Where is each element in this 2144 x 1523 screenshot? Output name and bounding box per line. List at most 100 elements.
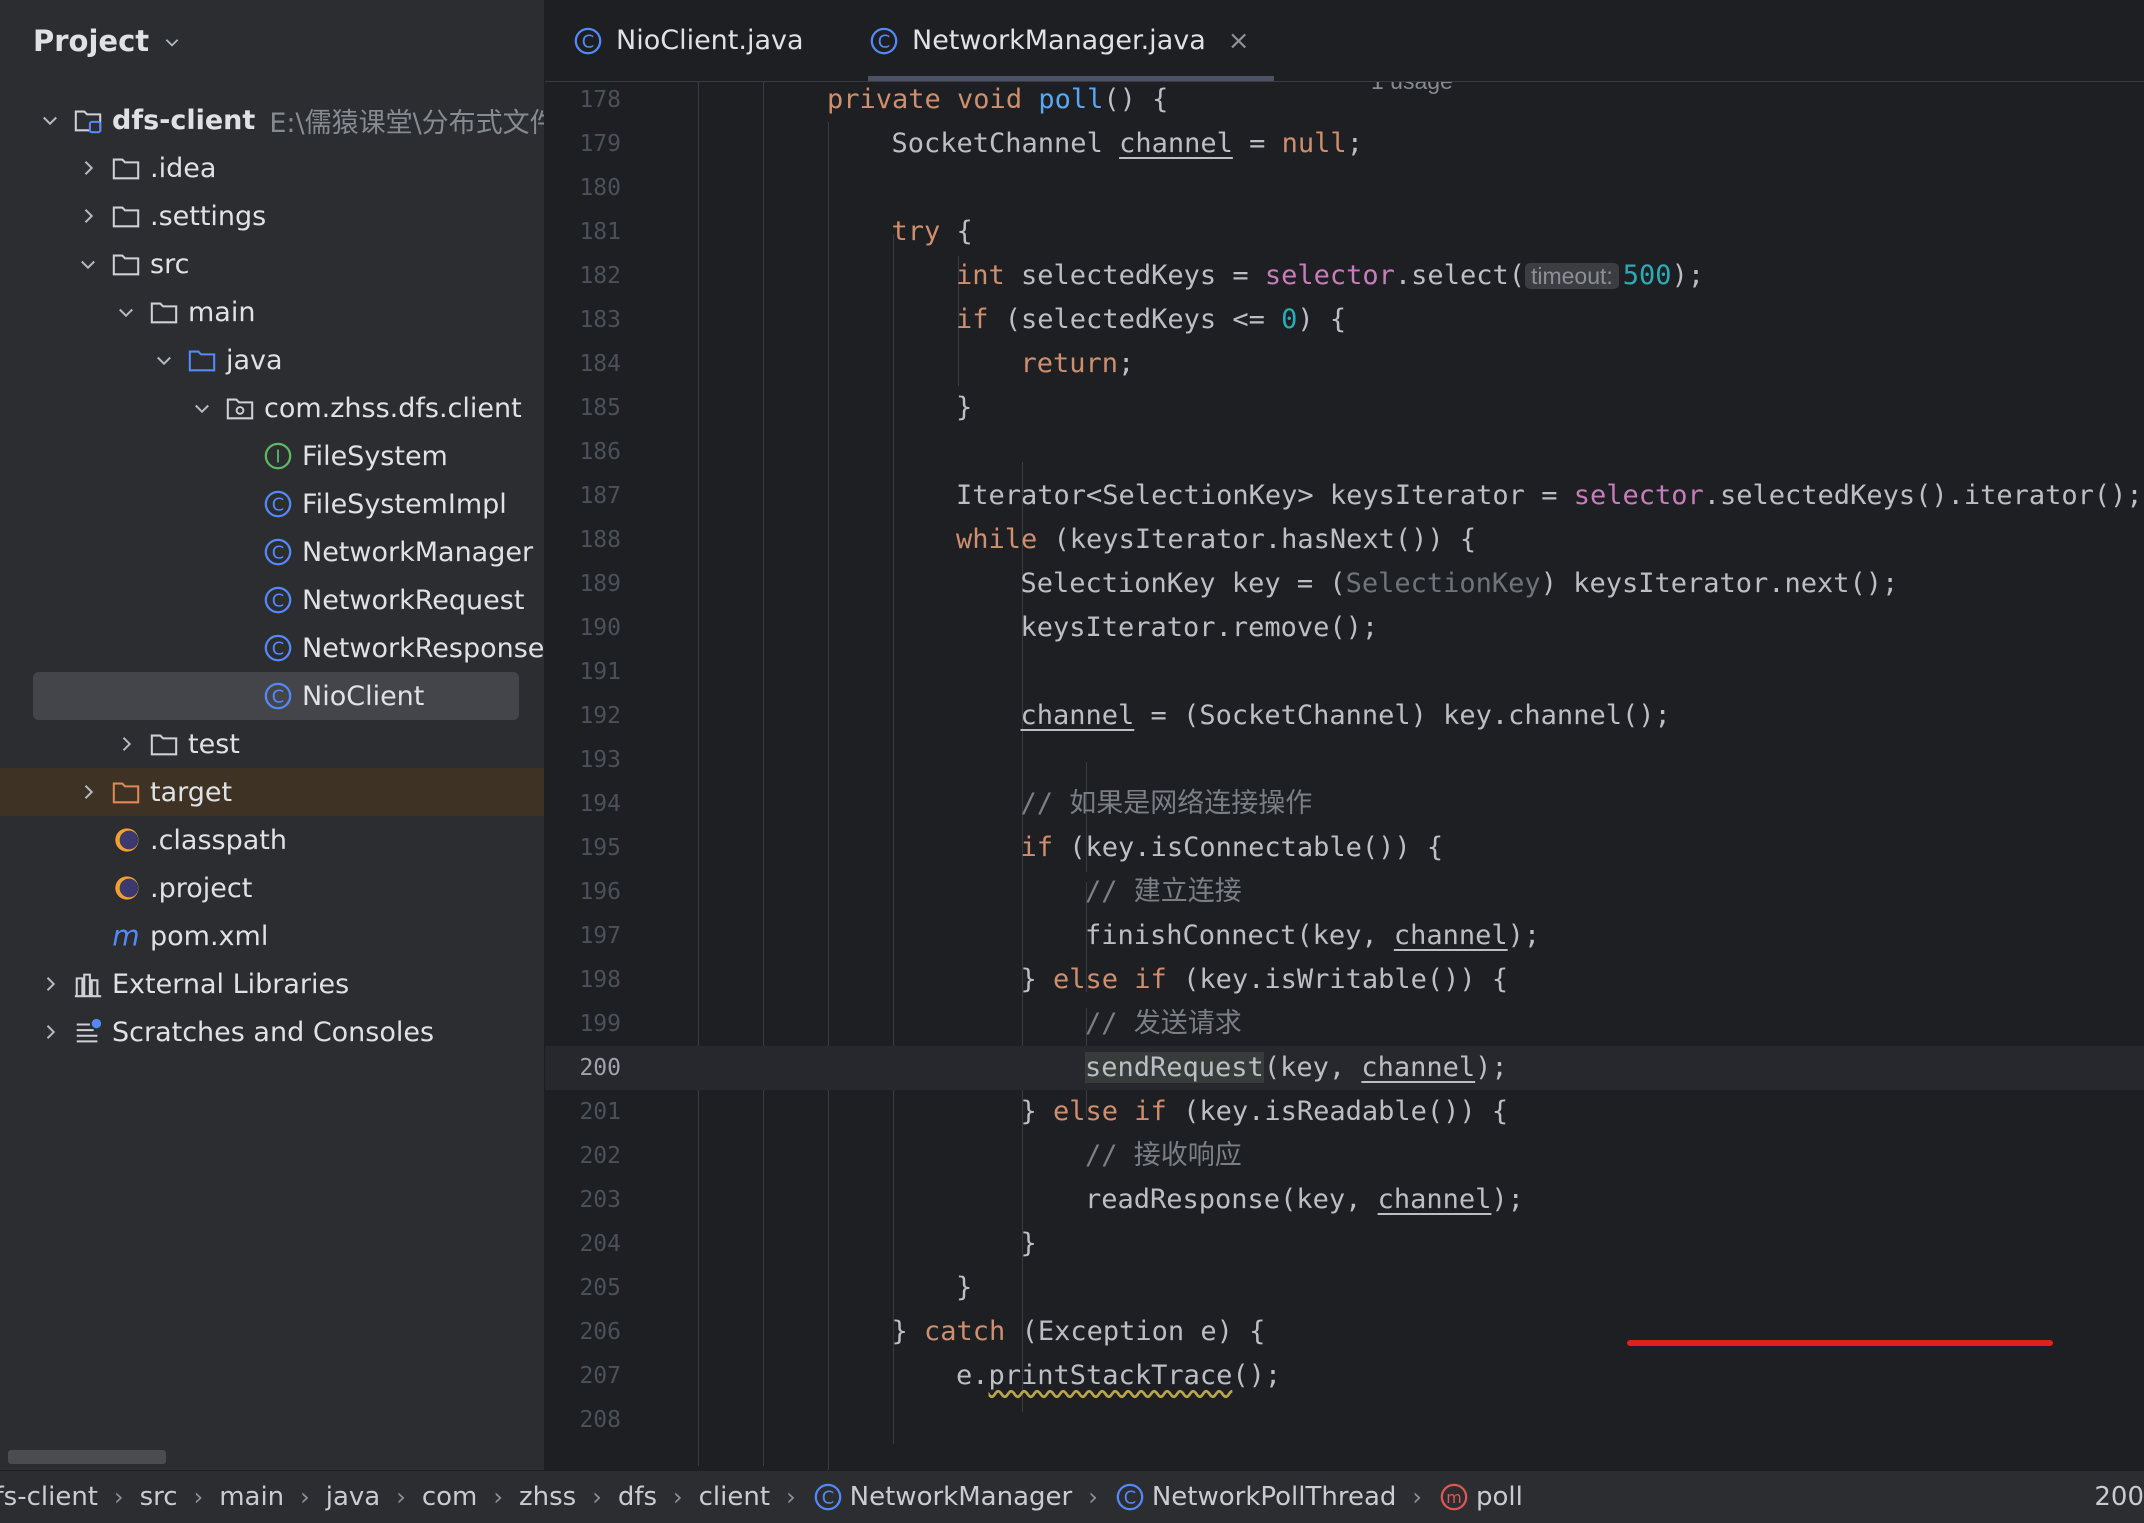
code-line[interactable]: 198} else if (key.isWritable()) { [545,958,2144,1002]
tree-item-classpath[interactable]: .classpath [0,816,544,864]
breadcrumb-item-main[interactable]: main [219,1482,284,1512]
line-number[interactable]: 201 [545,1090,621,1134]
line-number[interactable]: 192 [545,694,621,738]
tree-item-java[interactable]: java [0,336,544,384]
line-number[interactable]: 197 [545,914,621,958]
tree-item-networkresponse[interactable]: C NetworkResponse [0,624,544,672]
horizontal-scrollbar[interactable] [8,1450,166,1464]
tree-item-external-libraries[interactable]: External Libraries [0,960,544,1008]
chevron-down-icon[interactable] [188,394,216,422]
tab-networkmanager-java[interactable]: C NetworkManager.java × [868,0,1274,81]
line-number[interactable]: 200 [545,1046,621,1090]
line-number[interactable]: 199 [545,1002,621,1046]
code-line[interactable]: 184 return; [545,342,2144,386]
tree-item-scratches-and-consoles[interactable]: Scratches and Consoles [0,1008,544,1056]
code-line[interactable]: 193 [545,738,2144,782]
tree-item-main[interactable]: main [0,288,544,336]
code-line[interactable]: 181 try { [545,210,2144,254]
chevron-down-icon[interactable] [112,298,140,326]
chevron-right-icon[interactable] [74,154,102,182]
tree-item-settings[interactable]: .settings [0,192,544,240]
code-editor[interactable]: 1 usage 178private void poll() {179Socke… [545,82,2144,1470]
code-line[interactable]: 191 [545,650,2144,694]
line-number[interactable]: 207 [545,1354,621,1398]
code-line[interactable]: 178 private void poll() { [545,82,2144,122]
line-number[interactable]: 208 [545,1398,621,1442]
tree-item-project[interactable]: .project [0,864,544,912]
code-line[interactable]: 201} else if (key.isReadable()) { [545,1090,2144,1134]
code-line[interactable]: 199 // 发送请求 [545,1002,2144,1046]
code-line[interactable]: 185} [545,386,2144,430]
line-number[interactable]: 194 [545,782,621,826]
caret-position[interactable]: 200 [2094,1471,2144,1523]
code-line[interactable]: 205} [545,1266,2144,1310]
code-line[interactable]: 192 channel = (SocketChannel) key.channel… [545,694,2144,738]
chevron-right-icon[interactable] [74,202,102,230]
line-number[interactable]: 196 [545,870,621,914]
code-line[interactable]: 202 // 接收响应 [545,1134,2144,1178]
code-line[interactable]: 179 SocketChannel channel = null; [545,122,2144,166]
line-number[interactable]: 206 [545,1310,621,1354]
tree-item-target[interactable]: target [0,768,544,816]
breadcrumb-item-networkpollthread[interactable]: C NetworkPollThread [1114,1481,1396,1513]
code-line[interactable]: 183 if (selectedKeys <= 0) { [545,298,2144,342]
chevron-down-icon[interactable] [74,250,102,278]
code-line[interactable]: 203 readResponse(key, channel); [545,1178,2144,1222]
code-line[interactable]: 186 [545,430,2144,474]
tree-item-pom-xml[interactable]: m pom.xml [0,912,544,960]
line-number[interactable]: 204 [545,1222,621,1266]
line-number[interactable]: 184 [545,342,621,386]
tree-item-src[interactable]: src [0,240,544,288]
line-number[interactable]: 181 [545,210,621,254]
project-view-selector[interactable]: Project [33,20,181,62]
tree-item-filesystem[interactable]: I FileSystem [0,432,544,480]
tree-item-dfs-client[interactable]: dfs-client E:\儒猿课堂\分布式文件系 [0,96,544,144]
code-line[interactable]: 188 while (keysIterator.hasNext()) { [545,518,2144,562]
breadcrumb-item-poll[interactable]: m poll [1438,1481,1523,1513]
line-number[interactable]: 185 [545,386,621,430]
code-line[interactable]: 195 if (key.isConnectable()) { [545,826,2144,870]
line-number[interactable]: 205 [545,1266,621,1310]
code-line[interactable]: 200 sendRequest(key, channel); [545,1046,2144,1090]
code-line[interactable]: 208 [545,1398,2144,1442]
line-number[interactable]: 190 [545,606,621,650]
chevron-right-icon[interactable] [36,1018,64,1046]
line-number[interactable]: 191 [545,650,621,694]
breadcrumb-item-networkmanager[interactable]: C NetworkManager [812,1481,1072,1513]
breadcrumb-item-src[interactable]: src [140,1482,178,1512]
line-number[interactable]: 178 [545,82,621,122]
breadcrumb-item-java[interactable]: java [326,1482,380,1512]
code-line[interactable]: 182 int selectedKeys = selector.select(ti… [545,254,2144,298]
tree-item-networkrequest[interactable]: C NetworkRequest [0,576,544,624]
line-number[interactable]: 180 [545,166,621,210]
tree-item-networkmanager[interactable]: C NetworkManager [0,528,544,576]
code-line[interactable]: 197 finishConnect(key, channel); [545,914,2144,958]
line-number[interactable]: 183 [545,298,621,342]
breadcrumb-item-zhss[interactable]: zhss [519,1482,576,1512]
code-line[interactable]: 204} [545,1222,2144,1266]
breadcrumb-item-client[interactable]: client [699,1482,770,1512]
code-line[interactable]: 190 keysIterator.remove(); [545,606,2144,650]
line-number[interactable]: 182 [545,254,621,298]
close-icon[interactable]: × [1228,26,1250,56]
tree-item-idea[interactable]: .idea [0,144,544,192]
tab-nioclient-java[interactable]: C NioClient.java [572,0,804,81]
breadcrumb-item-dfs[interactable]: dfs [618,1482,657,1512]
code-line[interactable]: 189 SelectionKey key = (SelectionKey) key… [545,562,2144,606]
code-line[interactable]: 206} catch (Exception e) { [545,1310,2144,1354]
chevron-down-icon[interactable] [36,106,64,134]
code-line[interactable]: 180 [545,166,2144,210]
line-number[interactable]: 188 [545,518,621,562]
code-line[interactable]: 194 // 如果是网络连接操作 [545,782,2144,826]
line-number[interactable]: 186 [545,430,621,474]
line-number[interactable]: 187 [545,474,621,518]
line-number[interactable]: 202 [545,1134,621,1178]
breadcrumb-item-dfs-client[interactable]: dfs-client [0,1482,98,1512]
line-number[interactable]: 189 [545,562,621,606]
line-number[interactable]: 203 [545,1178,621,1222]
chevron-right-icon[interactable] [112,730,140,758]
chevron-right-icon[interactable] [74,778,102,806]
line-number[interactable]: 179 [545,122,621,166]
breadcrumb-item-com[interactable]: com [422,1482,478,1512]
code-line[interactable]: 187 Iterator<SelectionKey> keysIterator =… [545,474,2144,518]
